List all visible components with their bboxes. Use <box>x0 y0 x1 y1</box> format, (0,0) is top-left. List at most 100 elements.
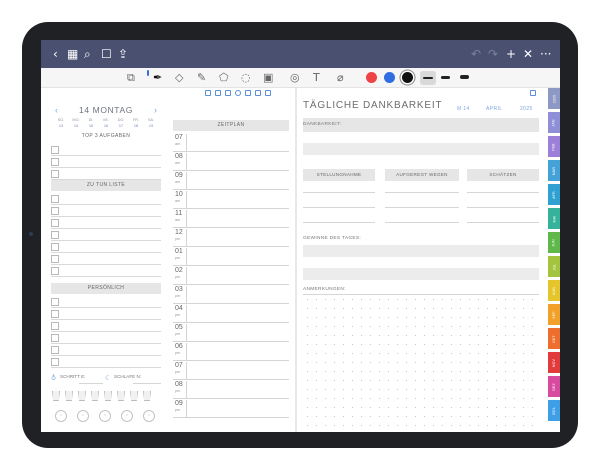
tab-nov[interactable]: NOV <box>548 352 560 373</box>
hour-row[interactable]: 02 pm <box>173 266 289 285</box>
todo-checkbox[interactable] <box>51 207 59 215</box>
lasso-select-icon[interactable]: ◌ <box>241 71 251 85</box>
schaetzen-line[interactable] <box>467 192 539 193</box>
add-page-icon[interactable]: + <box>506 47 516 61</box>
personal-row[interactable] <box>51 332 161 344</box>
todo-checkbox[interactable] <box>51 219 59 227</box>
stroke-thick[interactable] <box>460 75 469 79</box>
text-icon[interactable]: T <box>313 71 320 85</box>
week-date[interactable]: 14 <box>69 124 83 129</box>
more-icon[interactable]: ··· <box>540 47 551 61</box>
aufgeregt-line[interactable] <box>385 207 459 208</box>
hour-row[interactable]: 03 pm <box>173 285 289 304</box>
hour-row[interactable]: 12 pm <box>173 228 289 247</box>
color-swatch-blue[interactable] <box>384 72 395 83</box>
schaetzen-line[interactable] <box>467 222 539 223</box>
camera-icon[interactable]: ◎ <box>290 71 300 85</box>
tab-oct[interactable]: OKT <box>548 328 560 349</box>
week-date[interactable]: 18 <box>129 124 143 129</box>
tab-mar[interactable]: MÄR <box>548 160 560 181</box>
aufgeregt-line[interactable] <box>385 222 459 223</box>
week-date[interactable]: 16 <box>99 124 113 129</box>
todo-row[interactable] <box>51 217 161 229</box>
aufgeregt-line[interactable] <box>385 192 459 193</box>
top3-task-row[interactable] <box>51 144 161 156</box>
personal-row[interactable] <box>51 344 161 356</box>
task-checkbox[interactable] <box>51 158 59 166</box>
stroke-medium[interactable] <box>441 76 450 79</box>
todo-row[interactable] <box>51 193 161 205</box>
personal-row[interactable] <box>51 308 161 320</box>
water-glass-icon[interactable] <box>78 391 86 401</box>
eraser-icon[interactable]: ◇ <box>175 71 183 85</box>
grid-icon[interactable]: ▦ <box>67 47 78 61</box>
week-date[interactable]: 15 <box>84 124 98 129</box>
water-glass-icon[interactable] <box>52 391 60 401</box>
schaetzen-line[interactable] <box>467 207 539 208</box>
doc-icon[interactable] <box>265 90 271 96</box>
stellungnahme-line[interactable] <box>303 207 375 208</box>
todo-checkbox[interactable] <box>51 243 59 251</box>
share-icon[interactable]: ⇪ <box>118 47 128 61</box>
mood-sad-icon[interactable]: ᵕ <box>77 410 89 422</box>
bookmark-icon[interactable]: ☐ <box>101 47 112 61</box>
tab-apr[interactable]: APR <box>548 184 560 205</box>
personal-checkbox[interactable] <box>51 298 59 306</box>
personal-row[interactable] <box>51 296 161 308</box>
image-icon[interactable]: ▣ <box>263 71 273 85</box>
top3-task-row[interactable] <box>51 168 161 180</box>
tab-aug[interactable]: AUG <box>548 280 560 301</box>
tab-may[interactable]: MAI <box>548 208 560 229</box>
water-glass-icon[interactable] <box>65 391 73 401</box>
hour-row[interactable]: 07 am <box>173 133 289 152</box>
close-icon[interactable]: ✕ <box>523 47 533 61</box>
next-day-icon[interactable]: › <box>154 105 157 115</box>
water-glass-icon[interactable] <box>130 391 138 401</box>
notes-dot-grid[interactable] <box>303 295 539 427</box>
water-glass-icon[interactable] <box>117 391 125 401</box>
week-date[interactable]: 13 <box>54 124 68 129</box>
hour-row[interactable]: 10 am <box>173 190 289 209</box>
todo-checkbox[interactable] <box>51 195 59 203</box>
hour-row[interactable]: 04 pm <box>173 304 289 323</box>
todo-checkbox[interactable] <box>51 255 59 263</box>
water-glass-icon[interactable] <box>143 391 151 401</box>
personal-checkbox[interactable] <box>51 334 59 342</box>
water-glass-icon[interactable] <box>91 391 99 401</box>
notes-icon[interactable] <box>245 90 251 96</box>
stellungnahme-line[interactable] <box>303 192 375 193</box>
todo-checkbox[interactable] <box>51 267 59 275</box>
dankbarkeit-field[interactable] <box>303 143 539 155</box>
tab-jun[interactable]: JUN <box>548 232 560 253</box>
task-checkbox[interactable] <box>51 146 59 154</box>
todo-checkbox[interactable] <box>51 231 59 239</box>
hour-row[interactable]: 07 pm <box>173 361 289 380</box>
hour-row[interactable]: 05 pm <box>173 323 289 342</box>
water-glass-icon[interactable] <box>104 391 112 401</box>
hour-row[interactable]: 01 pm <box>173 247 289 266</box>
tab-sep[interactable]: SEP <box>548 304 560 325</box>
hour-row[interactable]: 08 am <box>173 152 289 171</box>
todo-row[interactable] <box>51 229 161 241</box>
personal-checkbox[interactable] <box>51 310 59 318</box>
undo-icon[interactable]: ↶ <box>471 47 481 61</box>
stellungnahme-line[interactable] <box>303 222 375 223</box>
top3-task-row[interactable] <box>51 156 161 168</box>
personal-row[interactable] <box>51 356 161 368</box>
todo-row[interactable] <box>51 265 161 277</box>
tab-dec[interactable]: DEZ <box>548 376 560 397</box>
shapes-icon[interactable]: ⬠ <box>219 71 229 85</box>
personal-row[interactable] <box>51 320 161 332</box>
mood-excited-icon[interactable]: ᵕ <box>143 410 155 422</box>
mood-angry-icon[interactable]: ᵕ <box>55 410 67 422</box>
todo-row[interactable] <box>51 253 161 265</box>
hour-row[interactable]: 09 am <box>173 171 289 190</box>
mood-happy-icon[interactable]: ᵕ <box>121 410 133 422</box>
task-checkbox[interactable] <box>51 170 59 178</box>
tab-year[interactable]: 2025 <box>548 88 560 109</box>
lasso-icon[interactable]: ⧉ <box>127 71 135 85</box>
todo-row[interactable] <box>51 241 161 253</box>
color-swatch-red[interactable] <box>366 72 377 83</box>
pen-icon[interactable]: ✒ <box>153 71 162 85</box>
week-date[interactable]: 19 <box>144 124 158 129</box>
